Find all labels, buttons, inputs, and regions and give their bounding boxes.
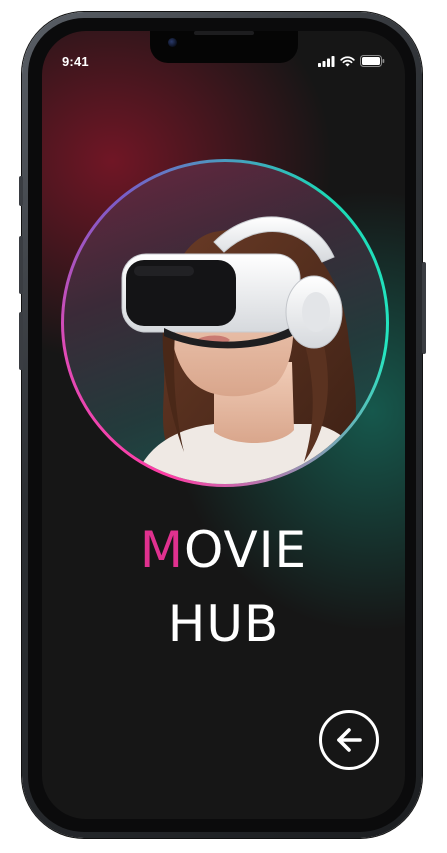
hero-image	[64, 162, 386, 484]
back-button[interactable]	[319, 710, 379, 770]
mute-switch	[19, 176, 23, 206]
signal-icon	[318, 55, 335, 67]
status-icons	[318, 55, 385, 67]
title-line-2: HUB	[167, 595, 280, 653]
front-camera	[168, 38, 177, 47]
volume-down-button	[19, 312, 23, 370]
title-line-1-rest: OVIE	[184, 521, 308, 579]
title-line-1: MOVIE	[42, 513, 405, 587]
status-time: 9:41	[62, 54, 89, 69]
vr-headset-person-illustration	[121, 216, 369, 484]
app-title: MOVIE HUB	[42, 513, 405, 661]
power-button	[422, 262, 426, 354]
hero-image-ring	[61, 159, 389, 487]
battery-icon	[360, 55, 385, 67]
speaker-grille	[194, 31, 254, 35]
arrow-left-circle-icon	[337, 728, 362, 752]
app-screen: 9:41 MOVIE HUB	[42, 31, 405, 819]
wifi-icon	[340, 55, 355, 66]
notch	[150, 31, 298, 63]
title-accent-letter: M	[139, 521, 185, 579]
volume-up-button	[19, 236, 23, 294]
